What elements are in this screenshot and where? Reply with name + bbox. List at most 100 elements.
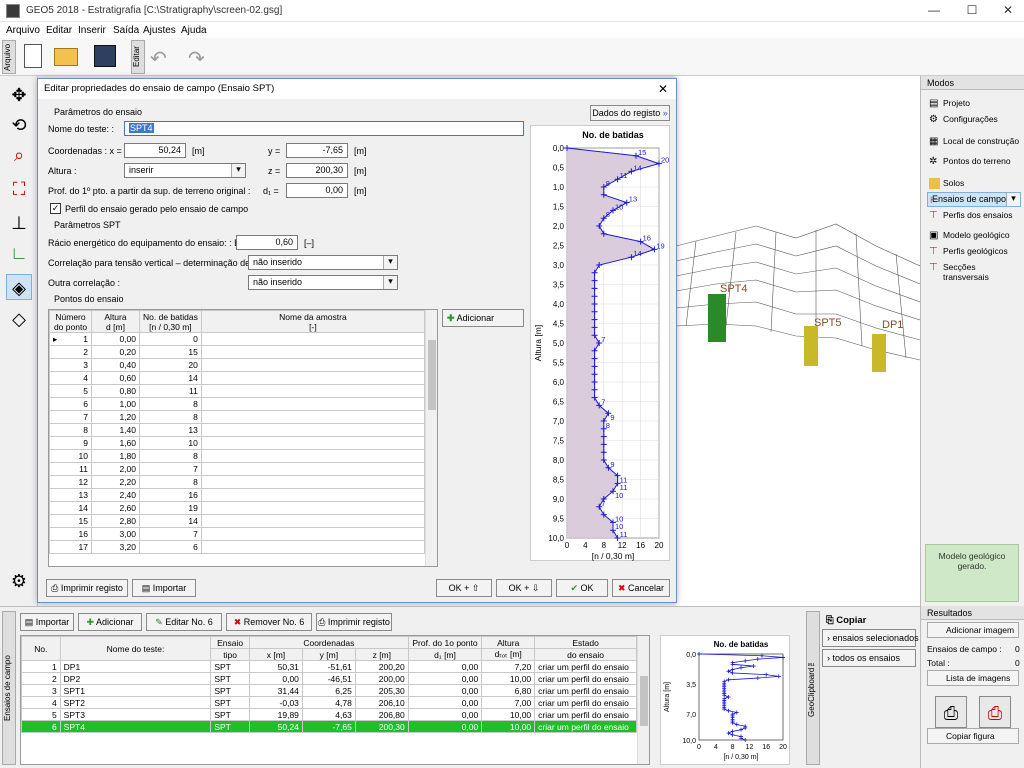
cell-prof[interactable]: 0,00 [407, 708, 483, 721]
print-pdf-icon[interactable]: ⎙ [979, 696, 1011, 728]
cell-batidas[interactable]: 15 [139, 345, 202, 359]
mode-solos[interactable]: Solos [927, 176, 1021, 191]
cell-z[interactable]: 200,20 [354, 660, 409, 673]
table-row[interactable]: 8 1,40 13 [49, 423, 426, 437]
cell-batidas[interactable]: 16 [139, 488, 202, 502]
mode-ensaios[interactable]: ⊢ Ensaios de campo [927, 192, 1021, 207]
cell-x[interactable]: 50,24 [248, 720, 303, 733]
cell-x[interactable]: 31,44 [248, 684, 303, 697]
mode-perfis-ensaios[interactable]: ⊤ Perfis dos ensaios [927, 208, 1021, 223]
mode-configuracoes[interactable]: ⚙ Configurações [927, 112, 1021, 127]
cell-tipo[interactable]: SPT [210, 672, 250, 685]
cell-z[interactable]: 200,30 [354, 720, 409, 733]
points-scrollbar[interactable] [425, 310, 437, 566]
cell-z[interactable]: 200,00 [354, 672, 409, 685]
view-box-icon[interactable]: ◇ [6, 306, 32, 332]
spt5-profile[interactable] [804, 326, 818, 366]
cell-amostra[interactable] [200, 332, 426, 346]
cell-estado[interactable]: criar um perfil do ensaio [534, 708, 637, 721]
cell-z[interactable]: 205,30 [354, 684, 409, 697]
cell-alt[interactable]: 7,20 [481, 660, 536, 673]
axes-2d-icon[interactable]: ∟ [6, 240, 32, 266]
bottom-adicionar-button[interactable]: ✚ Adicionar [78, 613, 142, 631]
table-row[interactable]: 15 2,80 14 [49, 514, 426, 528]
tests-scrollbar[interactable] [637, 636, 649, 764]
cell-batidas[interactable]: 8 [139, 397, 202, 411]
cell-prof[interactable]: 0,00 [407, 696, 483, 709]
table-row[interactable]: 5 SPT3 SPT 19,89 4,63 206,80 0,00 10,00 criar um… [21, 708, 637, 721]
cell-z[interactable]: 206,10 [354, 696, 409, 709]
mode-perfis-geo[interactable]: ⊤ Perfis geológicos [927, 244, 1021, 259]
y-input[interactable]: -7,65 [286, 143, 348, 158]
cell-altura[interactable]: 0,80 [91, 384, 140, 398]
bottom-imprimir-button[interactable]: ⎙ Imprimir registo [316, 613, 392, 631]
cell-no[interactable]: 3 [21, 684, 61, 697]
cell-y[interactable]: -46,51 [301, 672, 356, 685]
cell-numero[interactable]: 8 [49, 423, 92, 437]
cell-amostra[interactable] [200, 436, 426, 450]
cell-x[interactable]: -0,03 [248, 696, 303, 709]
ok-button[interactable]: ✔ OK [556, 579, 608, 597]
table-row[interactable]: 14 2,60 19 [49, 501, 426, 515]
perfil-checkbox[interactable]: ✓ [50, 203, 61, 214]
cell-amostra[interactable] [200, 371, 426, 385]
cell-numero[interactable]: 11 [49, 462, 92, 476]
copy-all-button[interactable]: › todos os ensaios [822, 649, 916, 667]
redo-icon[interactable]: ↷ [188, 46, 205, 71]
cell-altura[interactable]: 2,80 [91, 514, 140, 528]
ensaios-side-tab[interactable]: Ensaios de campo [2, 611, 16, 765]
menu-inserir[interactable]: Inserir [78, 25, 106, 36]
cell-y[interactable]: 4,63 [301, 708, 356, 721]
cancelar-button[interactable]: ✖ Cancelar [612, 579, 670, 597]
cell-numero[interactable]: 7 [49, 410, 92, 424]
cell-altura[interactable]: 0,40 [91, 358, 140, 372]
cell-numero[interactable]: 2 [49, 345, 92, 359]
ok-down-button[interactable]: OK + ⇩ [496, 579, 552, 597]
cell-no[interactable]: 2 [21, 672, 61, 685]
cell-tipo[interactable]: SPT [210, 660, 250, 673]
cell-y[interactable]: 4,78 [301, 696, 356, 709]
cell-numero[interactable]: ▸ 1 [49, 332, 92, 346]
table-row[interactable]: 2 DP2 SPT 0,00 -46,51 200,00 0,00 10,00 criar um… [21, 672, 637, 685]
cell-y[interactable]: -51,61 [301, 660, 356, 673]
cell-batidas[interactable]: 10 [139, 436, 202, 450]
cell-prof[interactable]: 0,00 [407, 720, 483, 733]
er-input[interactable]: 0,60 [236, 235, 298, 250]
imprimir-registo-button[interactable]: ⎙ Imprimir registo [46, 579, 128, 597]
cell-no[interactable]: 4 [21, 696, 61, 709]
mode-local[interactable]: ▦ Local de construção [927, 134, 1021, 149]
mode-seccoes[interactable]: ⊤ Secções transversais [927, 260, 1021, 282]
image-list-button[interactable]: Lista de imagens [927, 670, 1019, 686]
minimize-icon[interactable]: — [924, 3, 944, 19]
cell-prof[interactable]: 0,00 [407, 672, 483, 685]
outra-select[interactable]: não inserido [248, 275, 398, 290]
table-row[interactable]: 9 1,60 10 [49, 436, 426, 450]
cell-estado[interactable]: criar um perfil do ensaio [534, 684, 637, 697]
zoom-icon[interactable]: ⌕ [6, 142, 32, 168]
cell-numero[interactable]: 13 [49, 488, 92, 502]
cell-altura[interactable]: 2,20 [91, 475, 140, 489]
cell-batidas[interactable]: 14 [139, 514, 202, 528]
menu-ajuda[interactable]: Ajuda [181, 25, 207, 36]
table-row[interactable]: 3 0,40 20 [49, 358, 426, 372]
table-row[interactable]: 13 2,40 16 [49, 488, 426, 502]
table-row[interactable]: 6 SPT4 SPT 50,24 -7,65 200,30 0,00 10,00 criar u… [21, 720, 637, 733]
cell-numero[interactable]: 6 [49, 397, 92, 411]
cell-nome[interactable]: SPT1 [59, 684, 212, 697]
cell-numero[interactable]: 3 [49, 358, 92, 372]
cell-amostra[interactable] [200, 410, 426, 424]
cell-batidas[interactable]: 8 [139, 410, 202, 424]
print-icon[interactable]: ⎙ [935, 696, 967, 728]
cell-z[interactable]: 206,80 [354, 708, 409, 721]
settings-gear-icon[interactable]: ⚙ [6, 568, 32, 594]
table-row[interactable]: 16 3,00 7 [49, 527, 426, 541]
cell-numero[interactable]: 4 [49, 371, 92, 385]
cell-batidas[interactable]: 11 [139, 384, 202, 398]
table-row[interactable]: 7 1,20 8 [49, 410, 426, 424]
cell-altura[interactable]: 2,60 [91, 501, 140, 515]
table-row[interactable]: 10 1,80 8 [49, 449, 426, 463]
table-row[interactable]: 6 1,00 8 [49, 397, 426, 411]
rotate-icon[interactable]: ⟲ [6, 112, 32, 138]
open-folder-icon[interactable] [54, 48, 78, 66]
importar-button[interactable]: ▤ Importar [132, 579, 196, 597]
